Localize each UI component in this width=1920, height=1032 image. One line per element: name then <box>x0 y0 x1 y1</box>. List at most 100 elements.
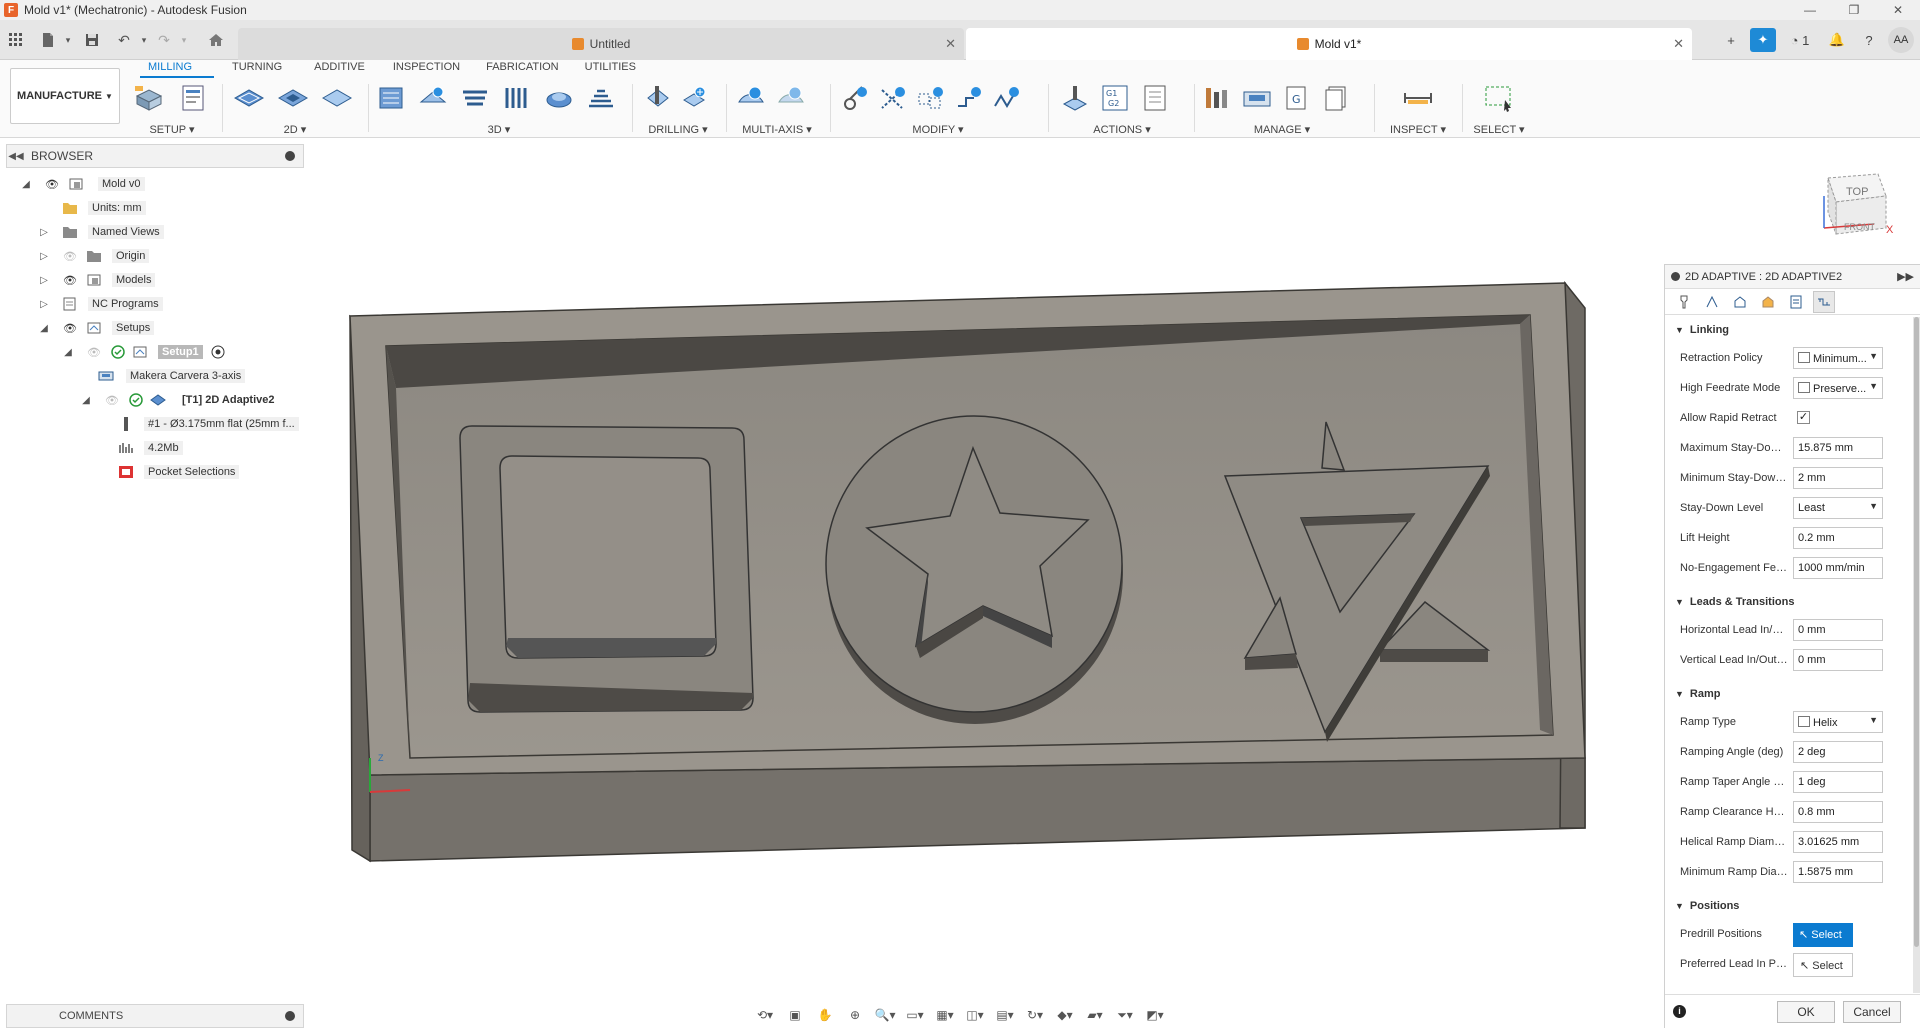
tree-item-operation[interactable]: ◢ 👁 [T1] 2D Adaptive2 <box>6 388 306 412</box>
dialog-header[interactable]: 2D ADAPTIVE : 2D ADAPTIVE2 ▶▶ <box>1665 265 1920 289</box>
tree-item-setup1[interactable]: ◢ 👁 Setup1 <box>6 340 306 364</box>
visibility-eye-icon[interactable]: 👁 <box>62 321 78 335</box>
tool-tab-icon[interactable] <box>1673 291 1695 313</box>
post-library-icon[interactable]: G <box>1280 82 1314 114</box>
linking-tab-icon[interactable] <box>1813 290 1835 313</box>
parallel-icon[interactable] <box>500 82 534 114</box>
ramping-angle-input[interactable]: 2 deg <box>1793 741 1883 763</box>
extensions-icon[interactable]: ✦ <box>1750 28 1776 52</box>
expand-triangle-icon[interactable]: ▷ <box>38 274 50 286</box>
tree-item-origin[interactable]: ▷ 👁 Origin <box>6 244 306 268</box>
save-icon[interactable] <box>80 28 104 52</box>
geometry-tab-icon[interactable] <box>1701 291 1723 313</box>
stock-display-icon[interactable]: ◆▾ <box>1052 1005 1078 1025</box>
comments-panel-header[interactable]: COMMENTS <box>6 1004 304 1028</box>
section-leads[interactable]: ▼ Leads & Transitions <box>1665 589 1912 615</box>
collapse-browser-icon[interactable]: ◀◀ <box>7 151 25 162</box>
select-group-label[interactable]: SELECT <box>1473 124 1516 136</box>
collapse-triangle-icon[interactable]: ◢ <box>38 322 50 334</box>
restore-button[interactable]: ❐ <box>1832 0 1876 20</box>
info-icon[interactable]: i <box>1673 1005 1686 1018</box>
file-menu-chevron-icon[interactable]: ▾ <box>56 28 80 52</box>
collapse-triangle-icon[interactable]: ◢ <box>80 394 92 406</box>
2d-group-label[interactable]: 2D <box>284 124 298 136</box>
active-setup-target-icon[interactable] <box>210 345 226 359</box>
collapse-triangle-icon[interactable]: ◢ <box>20 178 32 190</box>
tab-inspection[interactable]: INSPECTION <box>387 60 482 78</box>
toolpath-modifier-icon[interactable] <box>990 82 1024 114</box>
browser-pin-icon[interactable] <box>285 151 295 161</box>
tree-item-machine[interactable]: Makera Carvera 3-axis <box>6 364 306 388</box>
tab-fabrication[interactable]: FABRICATION <box>482 60 581 78</box>
hidden-eye-icon[interactable]: 👁 <box>104 393 120 407</box>
contour-icon[interactable] <box>542 82 576 114</box>
tab-untitled-close-icon[interactable]: ✕ <box>945 36 956 52</box>
browser-panel-header[interactable]: ◀◀ BROWSER <box>6 144 304 168</box>
manage-group-label[interactable]: MANAGE <box>1254 124 1302 136</box>
setup-sheet-report-icon[interactable] <box>1138 82 1172 114</box>
home-icon[interactable] <box>204 28 228 52</box>
steep-and-shallow-icon[interactable] <box>458 82 492 114</box>
expand-triangle-icon[interactable]: ▷ <box>38 226 50 238</box>
look-at-icon[interactable]: ▣ <box>782 1005 808 1025</box>
new-tab-plus-icon[interactable]: + <box>1718 28 1744 52</box>
setup-group-label[interactable]: SETUP <box>149 124 185 136</box>
multi-axis-group-label[interactable]: MULTI-AXIS <box>742 124 803 136</box>
pan-icon[interactable]: ✋ <box>812 1005 838 1025</box>
face-icon[interactable] <box>320 82 354 114</box>
tree-item-pocket-selections[interactable]: Pocket Selections <box>6 460 306 484</box>
retraction-policy-select[interactable]: Minimum... ▼ <box>1793 347 1883 369</box>
tab-utilities[interactable]: UTILITIES <box>581 60 658 78</box>
workspace-switcher[interactable]: MANUFACTURE ▼ <box>10 68 120 124</box>
hole-recognition-icon[interactable] <box>678 82 712 114</box>
user-avatar[interactable]: AA <box>1888 27 1914 53</box>
stay-down-level-select[interactable]: Least ▼ <box>1793 497 1883 519</box>
ramp-clearance-height-input[interactable]: 0.8 mm <box>1793 801 1883 823</box>
tab-mold-close-icon[interactable]: ✕ <box>1673 36 1684 52</box>
expand-dialog-icon[interactable]: ▶▶ <box>1897 270 1914 283</box>
high-feedrate-mode-select[interactable]: Preserve... ▼ <box>1793 377 1883 399</box>
lift-height-input[interactable]: 0.2 mm <box>1793 527 1883 549</box>
section-ramp[interactable]: ▼ Ramp <box>1665 681 1912 707</box>
3d-pocket-icon[interactable] <box>416 82 450 114</box>
visibility-eye-icon[interactable]: 👁 <box>44 177 60 191</box>
scallop-icon[interactable] <box>584 82 618 114</box>
edit-toolpath-icon[interactable] <box>838 82 872 114</box>
linking-options-tab-icon[interactable] <box>1785 291 1807 313</box>
helical-ramp-diameter-input[interactable]: 3.01625 mm <box>1793 831 1883 853</box>
inspect-group-label[interactable]: INSPECT <box>1390 124 1437 136</box>
minimize-button[interactable]: — <box>1788 0 1832 20</box>
tree-item-toolpath-size[interactable]: 4.2Mb <box>6 436 306 460</box>
3d-group-label[interactable]: 3D <box>488 124 502 136</box>
tree-item-named-views[interactable]: ▷ Named Views <box>6 220 306 244</box>
tool-library-icon[interactable] <box>1200 82 1234 114</box>
dialog-scrollbar[interactable] <box>1913 317 1920 993</box>
allow-rapid-retract-checkbox[interactable]: ✓ <box>1797 411 1810 424</box>
passes-tab-icon[interactable] <box>1757 291 1779 313</box>
mold-model[interactable] <box>340 138 1610 868</box>
tree-item-tool[interactable]: #1 - Ø3.175mm flat (25mm f... <box>6 412 306 436</box>
viewports-icon[interactable]: ◫▾ <box>962 1005 988 1025</box>
tab-turning[interactable]: TURNING <box>214 60 304 78</box>
setup-sheet-icon[interactable] <box>176 82 210 114</box>
job-status-icon[interactable]: ◔ 1 <box>1782 28 1818 52</box>
actions-group-label[interactable]: ACTIONS <box>1093 124 1142 136</box>
section-linking[interactable]: ▼ Linking <box>1665 317 1912 343</box>
min-stay-down-input[interactable]: 2 mm <box>1793 467 1883 489</box>
comments-pin-icon[interactable] <box>285 1011 295 1021</box>
fit-icon[interactable]: 🔍▾ <box>872 1005 898 1025</box>
modify-group-label[interactable]: MODIFY <box>912 124 955 136</box>
simulate-icon[interactable] <box>1058 82 1092 114</box>
close-window-button[interactable]: ✕ <box>1876 0 1920 20</box>
ramp-type-select[interactable]: Helix ▼ <box>1793 711 1883 733</box>
no-engagement-feedrate-input[interactable]: 1000 mm/min <box>1793 557 1883 579</box>
ramp-taper-angle-input[interactable]: 1 deg <box>1793 771 1883 793</box>
tab-mold-v1[interactable]: Mold v1* ✕ <box>966 28 1692 60</box>
view-cube-top-label[interactable]: TOP <box>1846 186 1868 198</box>
max-stay-down-input[interactable]: 15.875 mm <box>1793 437 1883 459</box>
new-setup-icon[interactable] <box>132 82 166 114</box>
2d-pocket-icon[interactable] <box>276 82 310 114</box>
help-icon[interactable]: ? <box>1856 28 1882 52</box>
expand-triangle-icon[interactable]: ▷ <box>38 298 50 310</box>
heights-tab-icon[interactable] <box>1729 291 1751 313</box>
